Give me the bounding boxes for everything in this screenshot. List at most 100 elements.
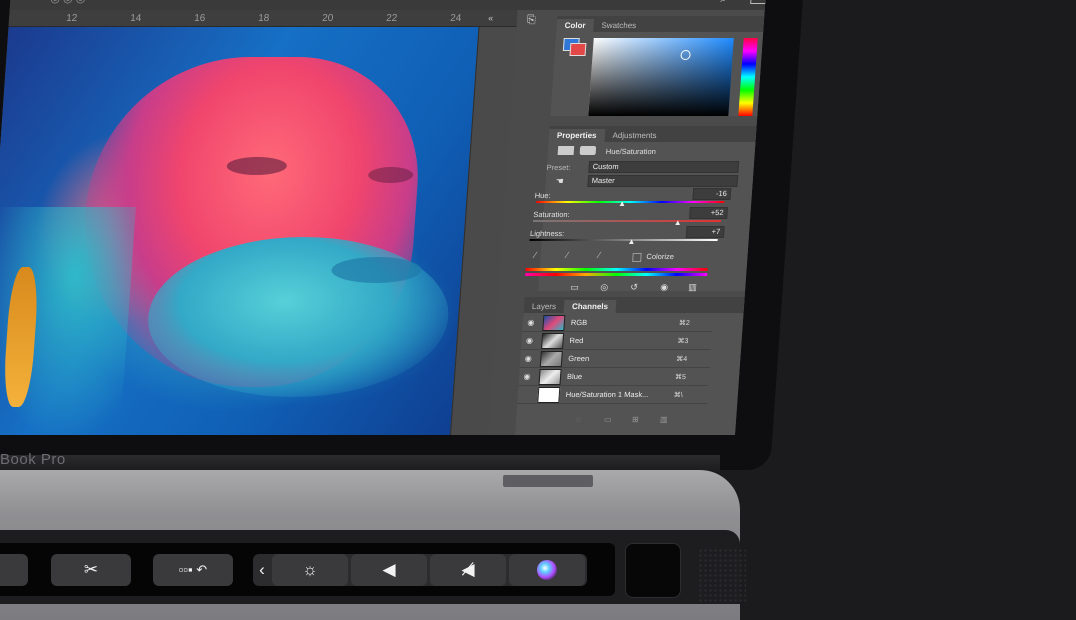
saturation-slider-track[interactable] [532, 220, 722, 222]
preset-label: Preset: [546, 163, 571, 172]
color-panel: Color Swatches [550, 16, 765, 116]
scissors-icon[interactable]: ✂ [51, 554, 131, 586]
clip-icon[interactable]: ▭ [570, 282, 579, 293]
volume-icon[interactable]: ◀ [351, 554, 427, 586]
ps-options-bar: ◎ ◎ ◎ ⌕ [9, 0, 767, 10]
tab-layers[interactable]: Layers [524, 300, 565, 313]
delete-channel-icon[interactable]: ▥ [660, 415, 668, 424]
touch-id-button[interactable] [625, 543, 681, 598]
eye-icon[interactable]: ◉ [523, 318, 540, 327]
layers-panel-tabs: Layers Channels [523, 297, 745, 313]
tab-swatches[interactable]: Swatches [593, 19, 645, 32]
eyedropper-icon[interactable]: ⁄ [534, 250, 536, 260]
collapse-icon[interactable]: « [488, 13, 494, 23]
tab-color[interactable]: Color [556, 19, 594, 32]
workspace-icon[interactable] [750, 0, 767, 4]
color-bar-top [525, 268, 708, 271]
chevron-left-icon[interactable]: ‹ [253, 554, 271, 586]
laptop-screen: ◎ ◎ ◎ ⌕ 12 14 16 18 20 22 24 « ⎘ Color S… [0, 0, 767, 435]
ruler-tick: 18 [257, 13, 270, 24]
toolbar-icons: ◎ ◎ ◎ [50, 0, 86, 5]
channel-shortcut: ⌘2 [678, 319, 690, 327]
background-color[interactable] [569, 43, 587, 56]
view-previous-icon[interactable]: ◎ [600, 282, 609, 293]
load-channel-icon[interactable]: ◌ [576, 415, 581, 424]
tab-adjustments[interactable]: Adjustments [604, 129, 665, 142]
ruler-tick: 24 [449, 13, 462, 24]
reset-icon[interactable]: ↺ [630, 282, 638, 293]
properties-panel-tabs: Properties Adjustments [548, 126, 757, 142]
saturation-value[interactable]: +52 [689, 207, 728, 219]
tab-properties[interactable]: Properties [548, 129, 605, 142]
layers-panel: Layers Channels ◉ RGB ⌘2 ◉ Red ⌘3 ◉ Gree… [515, 297, 745, 435]
channel-name: Hue/Saturation 1 Mask... [565, 390, 649, 399]
hue-slider-thumb[interactable]: ▲ [618, 199, 627, 208]
lightness-slider-thumb[interactable]: ▲ [627, 237, 636, 246]
touch-bar: ✂ ▫▫▪ ↶ ‹ ☼ ◀ ◀̸ [0, 543, 615, 596]
history-icon[interactable]: ⎘ [527, 14, 537, 27]
lightness-value[interactable]: +7 [685, 226, 725, 238]
channel-row-mask[interactable]: Hue/Saturation 1 Mask... ⌘\ [517, 386, 709, 404]
trash-icon[interactable]: ▥ [688, 282, 697, 293]
channel-dropdown[interactable]: Master [587, 175, 739, 187]
color-bar-bottom [525, 273, 708, 276]
eye-icon[interactable]: ◉ [519, 372, 536, 381]
colorize-label: Colorize [646, 252, 675, 261]
channel-thumbnail [537, 386, 561, 403]
visibility-icon[interactable]: ◉ [660, 282, 669, 293]
undo-icon[interactable]: ▫▫▪ ↶ [153, 554, 233, 586]
color-panel-tabs: Color Swatches [556, 16, 765, 32]
channel-row-rgb[interactable]: ◉ RGB ⌘2 [522, 314, 714, 332]
colorize-checkbox[interactable] [632, 253, 642, 262]
search-icon[interactable]: ⌕ [720, 0, 728, 6]
new-channel-icon[interactable]: ⊞ [632, 415, 639, 424]
channel-shortcut: ⌘\ [673, 391, 683, 399]
hue-value[interactable]: -16 [692, 188, 732, 200]
touchbar-key-esc[interactable] [0, 554, 28, 586]
color-field[interactable] [588, 38, 734, 116]
channel-thumbnail [542, 314, 566, 331]
horizontal-ruler: 12 14 16 18 20 22 24 [8, 10, 520, 27]
adjustment-title: Hue/Saturation [605, 147, 657, 156]
channel-thumbnail [541, 332, 565, 349]
eye-icon[interactable]: ◉ [521, 336, 538, 345]
document-canvas[interactable] [0, 27, 479, 435]
brightness-icon[interactable]: ☼ [272, 554, 348, 586]
ruler-tick: 22 [385, 13, 398, 24]
eyedropper-plus-icon[interactable]: ⁄ [566, 250, 568, 260]
lightness-slider-track[interactable] [529, 239, 718, 241]
channel-thumbnail [539, 350, 563, 367]
hand-tool-icon[interactable]: ☚ [555, 176, 564, 187]
channel-shortcut: ⌘5 [674, 373, 687, 381]
channel-row-blue[interactable]: ◉ Blue ⌘5 [518, 368, 710, 386]
ruler-tick: 16 [193, 13, 206, 24]
channel-shortcut: ⌘3 [677, 337, 689, 345]
model-label: Book Pro [0, 451, 66, 468]
ruler-tick: 14 [129, 13, 142, 24]
speaker-grille [698, 548, 746, 604]
properties-panel: Properties Adjustments Hue/Saturation Pr… [525, 126, 757, 293]
channel-name: RGB [570, 318, 588, 327]
mute-icon[interactable]: ◀̸ [430, 554, 506, 586]
channel-thumbnail [538, 368, 562, 385]
mask-icon [579, 146, 597, 155]
hue-slider-track[interactable] [536, 201, 725, 203]
channel-row-green[interactable]: ◉ Green ⌘4 [519, 350, 711, 368]
channel-name: Red [569, 336, 584, 345]
eye-icon[interactable]: ◉ [520, 354, 537, 363]
channel-name: Blue [566, 372, 583, 381]
saturation-slider-thumb[interactable]: ▲ [674, 218, 683, 227]
eyedropper-minus-icon[interactable]: ⁄ [598, 250, 600, 260]
hue-slider[interactable] [738, 38, 758, 116]
tab-channels[interactable]: Channels [563, 300, 617, 313]
hinge-notch [503, 475, 593, 487]
preset-dropdown[interactable]: Custom [588, 161, 740, 173]
adjustment-icon [557, 146, 575, 155]
lightness-label: Lightness: [529, 229, 565, 238]
siri-icon[interactable] [509, 554, 585, 586]
save-selection-icon[interactable]: ▭ [604, 415, 612, 424]
channel-row-red[interactable]: ◉ Red ⌘3 [520, 332, 713, 350]
hue-label: Hue: [534, 191, 551, 200]
channel-name: Green [568, 354, 590, 363]
color-picker-handle[interactable] [680, 50, 691, 60]
